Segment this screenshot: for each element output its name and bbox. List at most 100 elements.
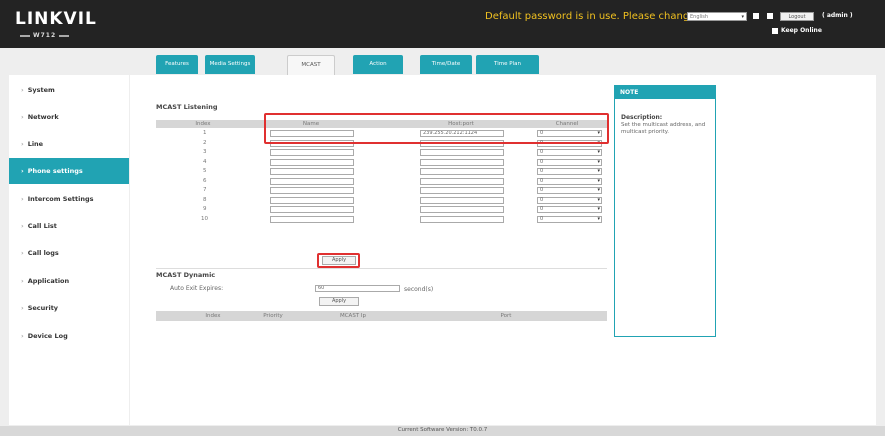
- tab-time-plan[interactable]: Time Plan: [476, 55, 539, 74]
- chevron-down-icon: ▾: [597, 168, 600, 174]
- channel-select[interactable]: 0 ▾: [537, 196, 602, 204]
- highlight-box: [317, 253, 360, 268]
- name-input[interactable]: [270, 177, 354, 185]
- tab-action[interactable]: Action: [353, 55, 403, 74]
- channel-select[interactable]: 0 ▾: [537, 206, 602, 213]
- chevron-right-icon: ›: [21, 332, 24, 340]
- row-index: 3: [203, 149, 207, 155]
- language-select[interactable]: English ▾: [687, 12, 747, 21]
- name-input[interactable]: [270, 187, 354, 194]
- channel-value: 0: [540, 177, 544, 184]
- auto-exit-label: Auto Exit Expires:: [170, 285, 224, 292]
- channel-value: 0: [540, 196, 544, 203]
- top-header: LINKVIL W712 Default password is in use.…: [0, 0, 885, 48]
- host-port-input[interactable]: [420, 206, 504, 213]
- chevron-down-icon: ▾: [741, 14, 744, 20]
- chevron-down-icon: ▾: [597, 215, 600, 222]
- channel-value: 0: [540, 149, 544, 155]
- channel-select[interactable]: 0 ▾: [537, 187, 602, 194]
- note-header: NOTE: [615, 86, 715, 99]
- note-title: Description:: [621, 114, 663, 121]
- row-index: 10: [201, 215, 208, 222]
- sidebar-item-call-logs[interactable]: › Call logs: [9, 240, 129, 266]
- channel-value: 0: [540, 168, 544, 174]
- chevron-down-icon: ▾: [597, 158, 600, 165]
- chevron-right-icon: ›: [21, 113, 24, 121]
- name-input[interactable]: [270, 168, 354, 175]
- section-title-listening: MCAST Listening: [156, 103, 218, 111]
- chevron-down-icon: ▾: [597, 187, 600, 193]
- channel-value: 0: [540, 215, 544, 222]
- auto-exit-input[interactable]: 60: [315, 285, 400, 292]
- brand-logo: LINKVIL: [15, 9, 97, 29]
- password-warning: Default password is in use. Please chang…: [485, 11, 696, 22]
- tab-media-settings[interactable]: Media Settings: [205, 55, 255, 74]
- channel-select[interactable]: 0 ▾: [537, 158, 602, 166]
- chevron-down-icon: ▾: [597, 177, 600, 184]
- chevron-right-icon: ›: [21, 167, 24, 175]
- chevron-right-icon: ›: [21, 222, 24, 230]
- host-port-input[interactable]: [420, 187, 504, 194]
- sidebar-item-system[interactable]: › System: [9, 77, 129, 103]
- chevron-down-icon: ▾: [597, 196, 600, 203]
- chevron-right-icon: ›: [21, 304, 24, 312]
- footer: Current Software Version: T0.0.7: [0, 426, 885, 436]
- sidebar: › System › Network › Line › Phone settings ›…: [9, 75, 129, 425]
- sidebar-item-security[interactable]: › Security: [9, 295, 129, 321]
- channel-value: 0: [540, 158, 544, 165]
- host-port-input[interactable]: [420, 196, 504, 204]
- checkbox-icon[interactable]: [772, 27, 778, 34]
- name-input[interactable]: [270, 206, 354, 213]
- host-port-input[interactable]: [420, 149, 504, 156]
- row-index: 6: [203, 177, 207, 184]
- channel-select[interactable]: 0 ▾: [537, 177, 602, 185]
- tab-mcast[interactable]: MCAST: [287, 55, 335, 76]
- sidebar-item-phone-settings[interactable]: › Phone settings: [9, 158, 129, 184]
- channel-select[interactable]: 0 ▾: [537, 168, 602, 175]
- col-port: Port: [500, 313, 512, 319]
- name-input[interactable]: [270, 149, 354, 156]
- dynamic-apply-button[interactable]: Apply: [319, 297, 359, 306]
- host-port-input[interactable]: [420, 168, 504, 175]
- row-index: 9: [203, 206, 207, 212]
- row-index: 4: [203, 158, 207, 165]
- host-port-input[interactable]: [420, 215, 504, 223]
- sidebar-item-intercom-settings[interactable]: › Intercom Settings: [9, 186, 129, 212]
- name-input[interactable]: [270, 215, 354, 223]
- sidebar-item-call-list[interactable]: › Call List: [9, 213, 129, 239]
- col-mcast-ip: MCAST Ip: [339, 313, 367, 319]
- chevron-down-icon: ▾: [597, 149, 600, 155]
- note-panel: NOTE Description: Set the multicast addr…: [614, 85, 716, 337]
- col-index: Index: [205, 313, 221, 319]
- sidebar-item-network[interactable]: › Network: [9, 104, 129, 130]
- row-index: 5: [203, 168, 207, 174]
- keep-online-checkbox[interactable]: Keep Online: [772, 27, 822, 34]
- col-priority: Priority: [263, 313, 283, 319]
- unit-label: second(s): [404, 286, 434, 293]
- row-index: 1: [203, 130, 207, 136]
- model-label: W712: [17, 32, 72, 39]
- name-input[interactable]: [270, 196, 354, 204]
- channel-value: 0: [540, 206, 544, 212]
- logout-button[interactable]: Logout: [780, 12, 814, 21]
- host-port-input[interactable]: [420, 158, 504, 166]
- channel-select[interactable]: 0 ▾: [537, 215, 602, 223]
- software-version: Current Software Version: T0.0.7: [397, 427, 488, 433]
- sidebar-item-device-log[interactable]: › Device Log: [9, 323, 129, 349]
- sidebar-item-application[interactable]: › Application: [9, 268, 129, 294]
- tab-time-date[interactable]: Time/Date: [420, 55, 472, 74]
- chevron-right-icon: ›: [21, 86, 24, 94]
- chevron-right-icon: ›: [21, 140, 24, 148]
- dynamic-table-header: Index Priority MCAST Ip Port: [156, 311, 607, 321]
- tab-features[interactable]: Features: [156, 55, 198, 74]
- name-input[interactable]: [270, 158, 354, 166]
- row-index: 7: [203, 187, 207, 193]
- channel-select[interactable]: 0 ▾: [537, 149, 602, 156]
- col-index: Index: [195, 121, 211, 127]
- sidebar-item-line[interactable]: › Line: [9, 131, 129, 157]
- user-label: ( admin ): [822, 12, 853, 19]
- highlight-box: [264, 113, 609, 144]
- channel-value: 0: [540, 187, 544, 193]
- section-title-dynamic: MCAST Dynamic: [156, 271, 216, 279]
- host-port-input[interactable]: [420, 177, 504, 185]
